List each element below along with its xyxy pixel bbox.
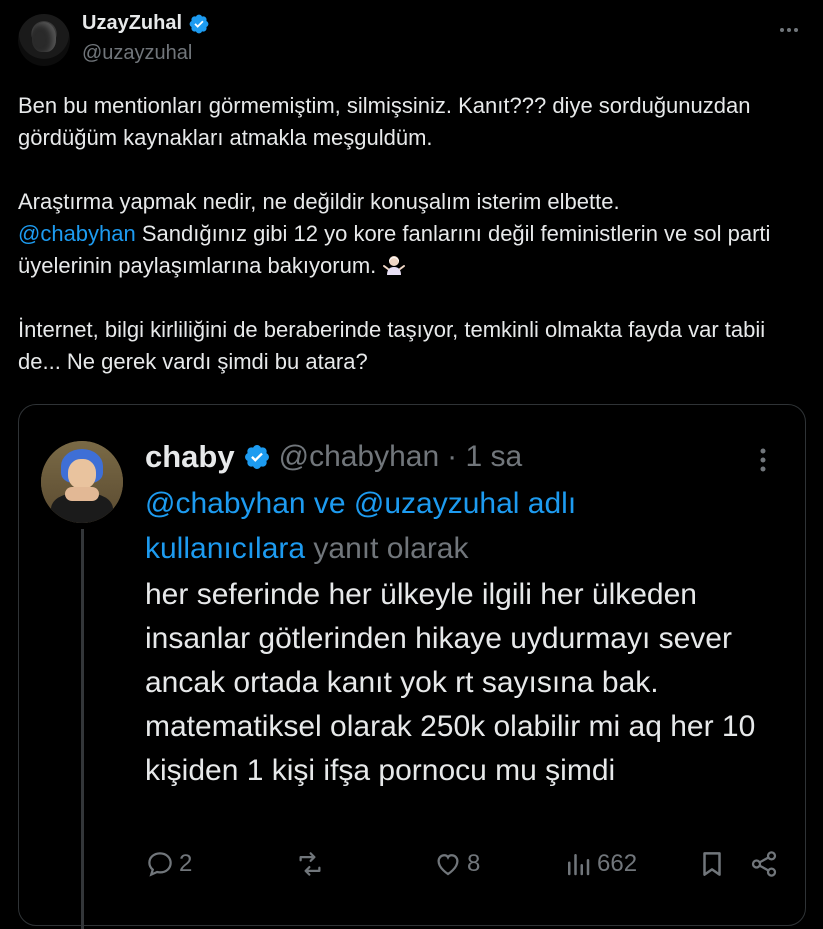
post-paragraph-1: Ben bu mentionları görmemiştim, silmişsi… (18, 93, 751, 150)
verified-badge-icon (189, 14, 209, 33)
reply-context: @chabyhan ve @uzayzuhal adlı kullanıcıla… (145, 481, 645, 571)
post-paragraph-2: Araştırma yapmak nedir, ne değildir konu… (18, 186, 808, 282)
quoted-more-options-icon[interactable] (751, 445, 775, 475)
author-name-row[interactable]: UzayZuhal (82, 12, 210, 35)
share-button[interactable] (749, 849, 779, 879)
repost-icon (299, 852, 321, 876)
quoted-tweet-card[interactable]: chaby @chabyhan · 1 sa @chabyhan ve @uza… (18, 404, 806, 929)
quoted-verified-badge-icon (244, 445, 269, 469)
action-bar: 2 8 662 (145, 849, 777, 885)
views-bar-chart-icon (568, 854, 590, 876)
reply-icon (148, 852, 172, 877)
post-paragraph-2-line1: Araştırma yapmak nedir, ne değildir konu… (18, 189, 620, 214)
bookmark-button[interactable] (697, 849, 727, 879)
share-icon (751, 851, 777, 877)
reply-suffix: yanıt olarak (305, 532, 469, 565)
woman-shrugging-emoji-icon (383, 256, 406, 275)
like-count: 8 (467, 850, 481, 877)
views-count: 662 (597, 850, 638, 877)
thread-line (81, 529, 84, 929)
like-button[interactable]: 8 (433, 849, 480, 879)
quoted-tweet-text: her seferinde her ülkeyle ilgili her ülk… (145, 578, 756, 787)
quoted-author-name[interactable]: chaby (145, 439, 235, 475)
author-handle[interactable]: @uzayzuhal (82, 42, 192, 65)
author-avatar[interactable] (18, 14, 70, 66)
post-body: Ben bu mentionları görmemiştim, silmişsi… (18, 90, 808, 410)
reply-count: 2 (179, 850, 193, 877)
post-paragraph-3: İnternet, bilgi kirliliğini de beraberin… (18, 317, 766, 374)
quoted-timestamp[interactable]: · 1 sa (447, 440, 522, 474)
quoted-author-row[interactable]: chaby @chabyhan · 1 sa (145, 439, 522, 475)
mention-link[interactable]: @chabyhan (18, 221, 136, 246)
bookmark-icon (703, 852, 721, 876)
author-name[interactable]: UzayZuhal (82, 12, 182, 35)
more-options-icon[interactable] (777, 18, 801, 42)
heart-icon (437, 854, 459, 876)
reply-button[interactable]: 2 (145, 849, 192, 879)
repost-button[interactable] (295, 849, 329, 879)
views-button[interactable]: 662 (563, 849, 637, 879)
quoted-author-avatar[interactable] (41, 441, 123, 523)
quoted-author-handle[interactable]: @chabyhan (279, 440, 440, 474)
